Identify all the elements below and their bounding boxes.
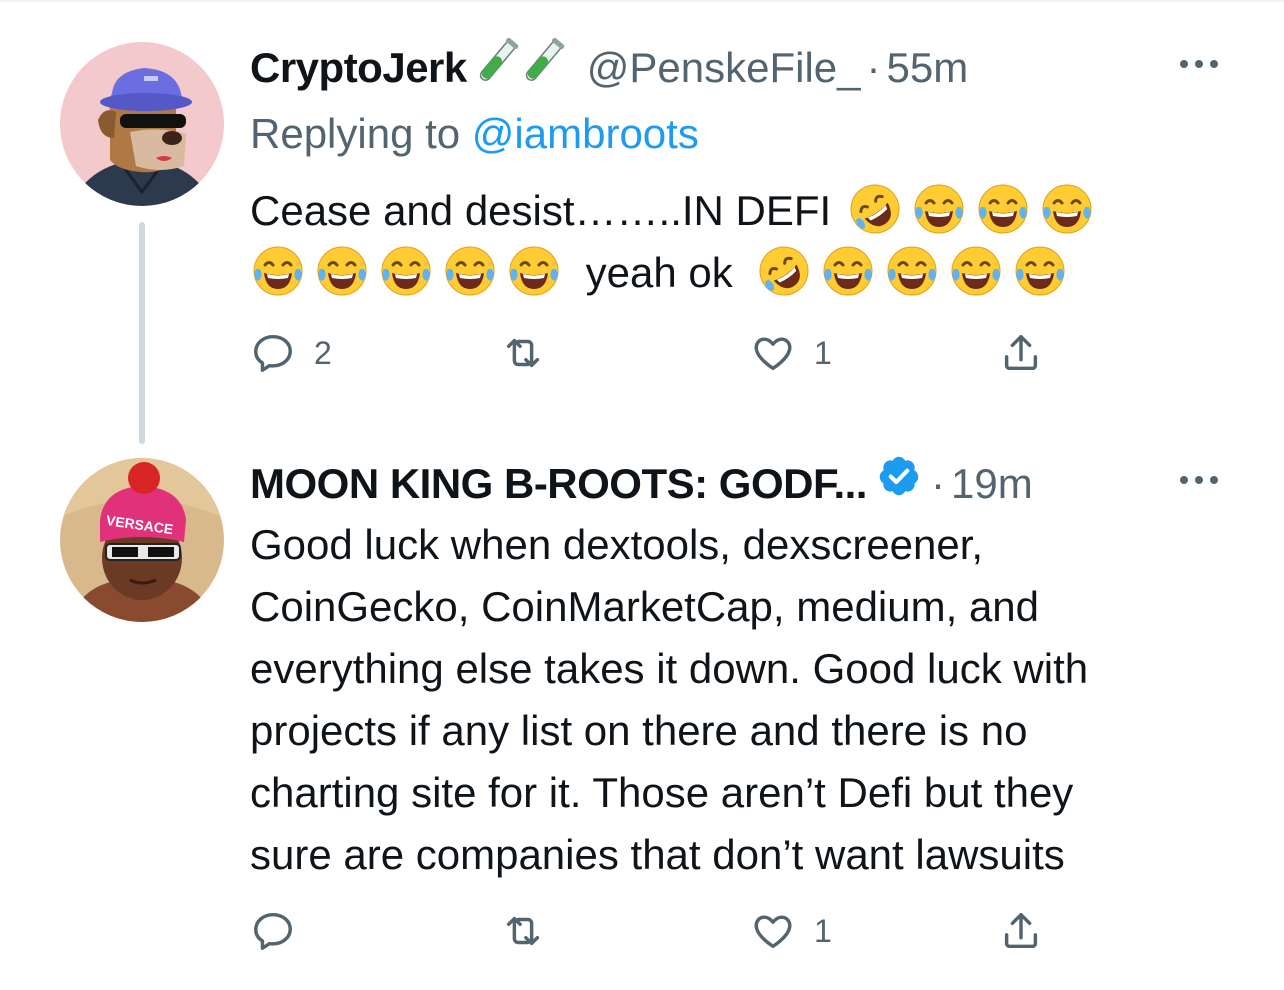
dot-icon — [1195, 60, 1203, 68]
dot-icon — [1195, 476, 1203, 484]
tears-of-joy-emoji — [1039, 181, 1095, 237]
verified-badge-icon — [879, 456, 919, 496]
tweet-actions: 1 — [250, 908, 1050, 958]
tears-of-joy-emoji — [442, 243, 498, 299]
avatar[interactable]: VERSACE — [60, 458, 224, 622]
separator-dot: · — [866, 44, 881, 91]
tweet-moon-king[interactable]: VERSACE MOON KING B-ROOTS: GODF... · 19m… — [0, 440, 1284, 990]
tweet-cryptojerk[interactable]: CryptoJerk @PenskeFile_ · 55m Replying t… — [0, 0, 1284, 444]
timestamp[interactable]: 19m — [951, 460, 1033, 508]
text-line: charting site for it. Those aren’t Defi … — [250, 769, 1074, 816]
retweet-button[interactable] — [500, 908, 564, 954]
more-options-button[interactable] — [1180, 60, 1218, 68]
tears-of-joy-emoji — [884, 243, 940, 299]
like-count: 1 — [814, 334, 832, 371]
replying-to: Replying to @iambroots — [250, 110, 699, 158]
text-line: everything else takes it down. Good luck… — [250, 645, 1089, 692]
tweet-text: Cease and desist……..IN DEFI yeah ok — [250, 180, 1230, 304]
text-line: Cease and desist……..IN DEFI — [250, 180, 1230, 242]
rolling-on-floor-laughing-emoji — [756, 243, 812, 299]
tweet-header: MOON KING B-ROOTS: GODF... · 19m — [250, 454, 1033, 508]
display-name[interactable]: CryptoJerk — [250, 44, 467, 92]
text-line: CoinGecko, CoinMarketCap, medium, and — [250, 583, 1040, 630]
text-segment: Cease and desist……..IN DEFI — [250, 187, 832, 234]
reply-icon — [254, 334, 292, 372]
display-name[interactable]: MOON KING B-ROOTS: GODF... — [250, 460, 867, 508]
like-button[interactable]: 1 — [750, 908, 832, 954]
text-line: projects if any list on there and there … — [250, 707, 1028, 754]
tweet-header: CryptoJerk @PenskeFile_ · 55m — [250, 38, 968, 92]
retweet-button[interactable] — [500, 330, 564, 376]
share-icon — [1004, 912, 1038, 949]
tears-of-joy-emoji — [820, 243, 876, 299]
reply-button[interactable]: 2 — [250, 330, 332, 376]
test-tube-icon — [525, 38, 565, 81]
tears-of-joy-emoji — [250, 243, 306, 299]
dot-icon — [1210, 476, 1218, 484]
tears-of-joy-emoji — [911, 181, 967, 237]
share-button[interactable] — [998, 908, 1044, 954]
replying-prefix: Replying to — [250, 110, 461, 157]
retweet-icon — [506, 338, 540, 368]
reply-icon — [254, 912, 292, 950]
retweet-icon — [506, 916, 540, 946]
share-icon — [1004, 334, 1038, 371]
dot-icon — [1180, 476, 1188, 484]
avatar[interactable] — [60, 42, 224, 206]
test-tube-icon — [479, 38, 519, 81]
timestamp[interactable]: 55m — [887, 44, 969, 92]
text-line: sure are companies that don’t want lawsu… — [250, 831, 1065, 878]
text-line: Good luck when dextools, dexscreener, — [250, 521, 984, 568]
separator-dot: · — [930, 460, 945, 507]
mention-link[interactable]: @iambroots — [472, 110, 699, 157]
heart-icon — [754, 915, 792, 949]
heart-icon — [754, 337, 792, 371]
text-line: yeah ok — [250, 242, 1230, 304]
reply-count: 2 — [314, 334, 332, 371]
dot-icon — [1210, 60, 1218, 68]
tears-of-joy-emoji — [975, 181, 1031, 237]
tweet-text: Good luck when dextools, dexscreener, Co… — [250, 514, 1230, 886]
tears-of-joy-emoji — [378, 243, 434, 299]
handle[interactable]: @PenskeFile_ — [587, 44, 861, 92]
tears-of-joy-emoji — [948, 243, 1004, 299]
rolling-on-floor-laughing-emoji — [847, 181, 903, 237]
share-button[interactable] — [998, 330, 1044, 376]
tears-of-joy-emoji — [314, 243, 370, 299]
like-count: 1 — [814, 912, 832, 949]
tears-of-joy-emoji — [1012, 243, 1068, 299]
text-segment: yeah ok — [585, 249, 733, 296]
tears-of-joy-emoji — [506, 243, 562, 299]
more-options-button[interactable] — [1180, 476, 1218, 484]
thread-line — [139, 222, 145, 444]
reply-button[interactable] — [250, 908, 314, 954]
like-button[interactable]: 1 — [750, 330, 832, 376]
tweet-actions: 2 1 — [250, 330, 1050, 380]
dot-icon — [1180, 60, 1188, 68]
